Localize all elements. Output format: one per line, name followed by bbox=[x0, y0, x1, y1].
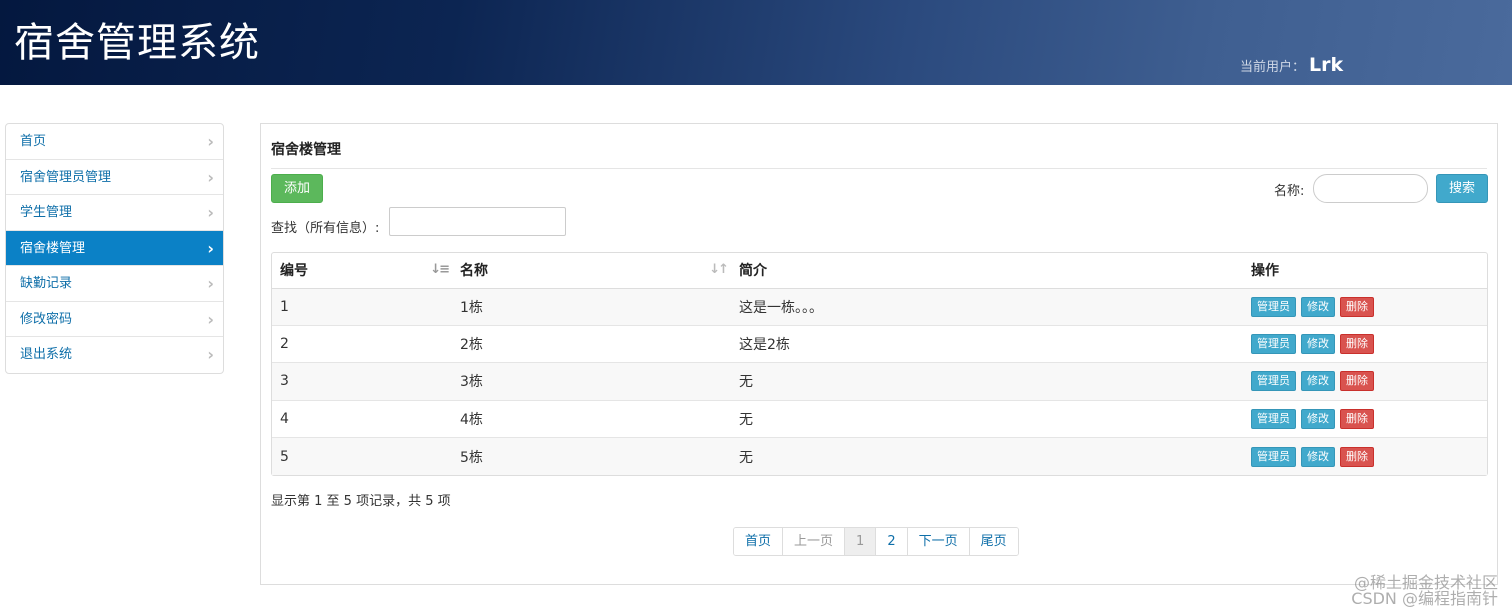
manager-button[interactable]: 管理员 bbox=[1251, 371, 1296, 392]
page-first[interactable]: 首页 bbox=[734, 528, 783, 555]
manager-button[interactable]: 管理员 bbox=[1251, 296, 1296, 317]
sort-asc-icon: ↓≡ bbox=[430, 262, 450, 277]
delete-button[interactable]: 删除 bbox=[1340, 408, 1374, 429]
cell-id: 2 bbox=[272, 324, 452, 363]
sidebar-item-absence[interactable]: 缺勤记录 › bbox=[6, 266, 223, 302]
delete-button[interactable]: 删除 bbox=[1340, 296, 1374, 317]
delete-button[interactable]: 删除 bbox=[1340, 371, 1374, 392]
table-row: 2 2栋 这是2栋 管理员 修改 删除 bbox=[272, 324, 1487, 363]
pagination: 首页 上一页 1 2 下一页 尾页 bbox=[733, 527, 1019, 556]
add-button[interactable]: 添加 bbox=[271, 174, 323, 203]
page-last[interactable]: 尾页 bbox=[968, 528, 1018, 555]
sidebar-item-label: 学生管理 bbox=[20, 205, 73, 220]
sidebar-item-label: 首页 bbox=[20, 134, 47, 149]
chevron-right-icon: › bbox=[207, 345, 214, 364]
cell-actions: 管理员 修改 删除 bbox=[1243, 362, 1487, 401]
chevron-right-icon: › bbox=[207, 167, 214, 187]
cell-desc: 这是2栋 bbox=[731, 324, 1243, 363]
sidebar-item-label: 修改密码 bbox=[20, 311, 73, 327]
cell-name: 3栋 bbox=[452, 362, 731, 401]
column-header-desc: 简介 bbox=[731, 253, 1243, 289]
chevron-right-icon: › bbox=[207, 274, 214, 293]
cell-desc: 无 bbox=[731, 437, 1243, 475]
table-row: 3 3栋 无 管理员 修改 删除 bbox=[272, 362, 1487, 401]
cell-actions: 管理员 修改 删除 bbox=[1243, 324, 1487, 363]
column-header-id[interactable]: 编号 ↓≡ bbox=[272, 253, 452, 289]
cell-desc: 这是一栋。。。 bbox=[731, 287, 1243, 326]
watermark: @稀土掘金技术社区 CSDN @编程指南针 bbox=[1351, 575, 1498, 607]
sidebar-item-logout[interactable]: 退出系统 › bbox=[6, 337, 223, 373]
chevron-right-icon: › bbox=[207, 132, 214, 151]
sidebar-item-label: 宿舍管理员管理 bbox=[20, 169, 112, 185]
buildings-table: 编号 ↓≡ 名称 ↓↑ 简介 操作 1 1栋 这是一栋。。。 管理员 修改 删除… bbox=[271, 252, 1488, 476]
search-button[interactable]: 搜索 bbox=[1436, 174, 1488, 203]
sidebar: 首页 › 宿舍管理员管理 › 学生管理 › 宿舍楼管理 › 缺勤记录 › 修改密… bbox=[5, 123, 224, 374]
sidebar-item-dorm-admin[interactable]: 宿舍管理员管理 › bbox=[6, 160, 223, 195]
current-user-label: 当前用户： bbox=[1240, 60, 1306, 75]
name-filter-label: 名称: bbox=[1274, 184, 1305, 199]
manager-button[interactable]: 管理员 bbox=[1251, 408, 1296, 429]
sidebar-item-students[interactable]: 学生管理 › bbox=[6, 195, 223, 231]
main-panel: 宿舍楼管理 添加 名称: 搜索 查找（所有信息）: 编号 ↓≡ 名称 ↓↑ 简介 bbox=[260, 123, 1498, 585]
cell-name: 2栋 bbox=[452, 324, 731, 363]
page-prev[interactable]: 上一页 bbox=[782, 528, 845, 555]
edit-button[interactable]: 修改 bbox=[1301, 334, 1335, 355]
manager-button[interactable]: 管理员 bbox=[1251, 334, 1296, 355]
edit-button[interactable]: 修改 bbox=[1301, 446, 1335, 467]
edit-button[interactable]: 修改 bbox=[1301, 371, 1335, 392]
table-row: 1 1栋 这是一栋。。。 管理员 修改 删除 bbox=[272, 287, 1487, 326]
sidebar-item-label: 宿舍楼管理 bbox=[20, 240, 86, 256]
current-user: 当前用户： Lrk bbox=[1240, 54, 1343, 76]
table-row: 4 4栋 无 管理员 修改 删除 bbox=[272, 399, 1487, 438]
chevron-right-icon: › bbox=[207, 238, 214, 258]
cell-id: 5 bbox=[272, 437, 452, 475]
sidebar-item-label: 退出系统 bbox=[20, 347, 73, 362]
page-title: 宿舍楼管理 bbox=[271, 142, 341, 158]
column-header-actions: 操作 bbox=[1243, 253, 1487, 289]
cell-desc: 无 bbox=[731, 362, 1243, 401]
current-user-name: Lrk bbox=[1309, 54, 1344, 76]
cell-name: 1栋 bbox=[452, 287, 731, 326]
divider bbox=[271, 168, 1487, 169]
edit-button[interactable]: 修改 bbox=[1301, 408, 1335, 429]
find-all-input[interactable] bbox=[389, 207, 566, 236]
sidebar-item-label: 缺勤记录 bbox=[20, 276, 73, 291]
cell-id: 4 bbox=[272, 399, 452, 438]
name-filter-input[interactable] bbox=[1313, 174, 1428, 203]
app-title: 宿舍管理系统 bbox=[14, 20, 260, 66]
column-header-name[interactable]: 名称 ↓↑ bbox=[452, 253, 731, 289]
manager-button[interactable]: 管理员 bbox=[1251, 446, 1296, 467]
chevron-right-icon: › bbox=[207, 203, 214, 222]
cell-actions: 管理员 修改 删除 bbox=[1243, 287, 1487, 326]
page-next[interactable]: 下一页 bbox=[906, 528, 969, 555]
cell-name: 4栋 bbox=[452, 399, 731, 438]
record-count-info: 显示第 1 至 5 项记录，共 5 项 bbox=[271, 494, 451, 509]
delete-button[interactable]: 删除 bbox=[1340, 334, 1374, 355]
cell-name: 5栋 bbox=[452, 437, 731, 475]
delete-button[interactable]: 删除 bbox=[1340, 446, 1374, 467]
app-header: 宿舍管理系统 当前用户： Lrk bbox=[0, 0, 1512, 85]
page-1[interactable]: 1 bbox=[844, 528, 876, 555]
find-all-label: 查找（所有信息）: bbox=[271, 221, 380, 236]
sidebar-item-password[interactable]: 修改密码 › bbox=[6, 302, 223, 337]
page-2[interactable]: 2 bbox=[875, 528, 907, 555]
cell-desc: 无 bbox=[731, 399, 1243, 438]
edit-button[interactable]: 修改 bbox=[1301, 296, 1335, 317]
cell-actions: 管理员 修改 删除 bbox=[1243, 399, 1487, 438]
cell-id: 3 bbox=[272, 362, 452, 401]
watermark-line-2: CSDN @编程指南针 bbox=[1351, 589, 1498, 608]
chevron-right-icon: › bbox=[207, 309, 214, 329]
sidebar-item-buildings[interactable]: 宿舍楼管理 › bbox=[6, 230, 223, 266]
cell-id: 1 bbox=[272, 287, 452, 326]
cell-actions: 管理员 修改 删除 bbox=[1243, 437, 1487, 475]
sort-icon: ↓↑ bbox=[709, 262, 729, 277]
sidebar-item-home[interactable]: 首页 › bbox=[6, 124, 223, 160]
table-row: 5 5栋 无 管理员 修改 删除 bbox=[272, 437, 1487, 475]
